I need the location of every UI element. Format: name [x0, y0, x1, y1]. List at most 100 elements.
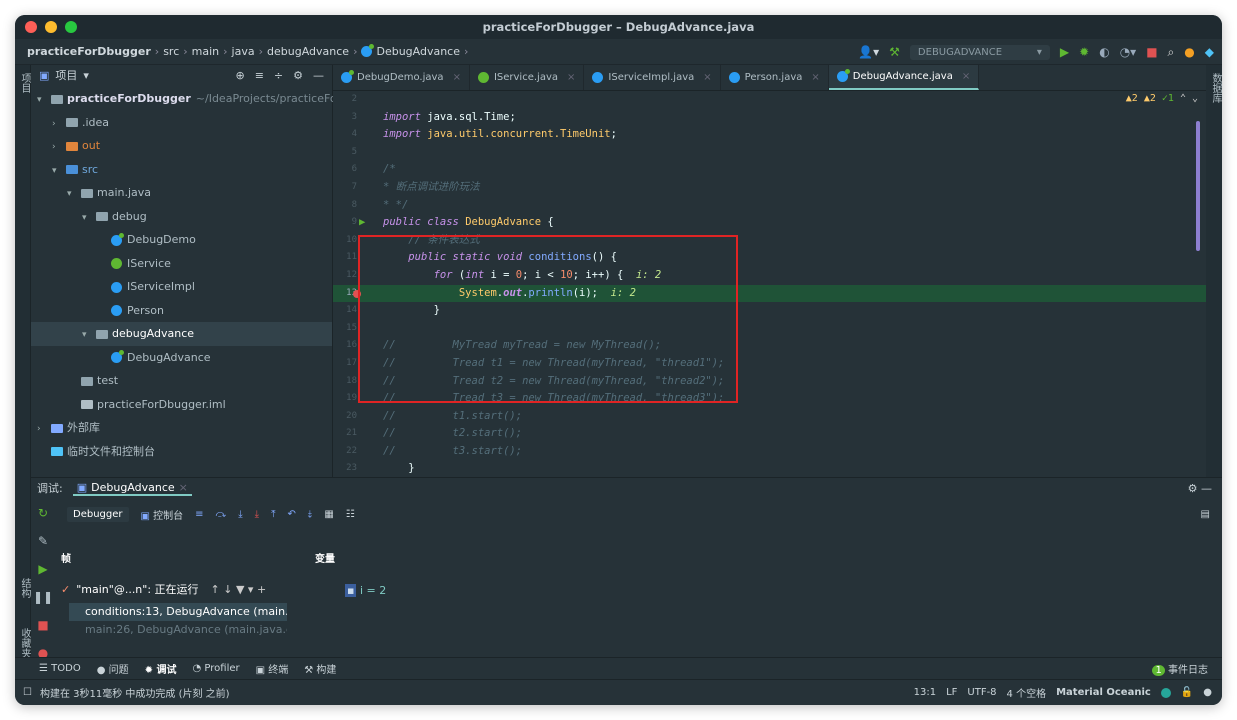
tree-item[interactable]: DebugDemo: [31, 228, 332, 252]
editor-tab[interactable]: IServiceImpl.java ×: [584, 65, 721, 90]
force-step-into-icon[interactable]: ⤓: [255, 509, 259, 520]
breadcrumb-main[interactable]: main: [192, 45, 219, 58]
step-out-icon[interactable]: ⤒: [271, 509, 275, 520]
help-icon[interactable]: ●: [1203, 687, 1212, 698]
collapse-all-icon[interactable]: ÷: [274, 69, 283, 82]
thread-selector[interactable]: ✓ "main"@...n": 正在运行 ↑ ↓ ▼ ▾ +: [61, 581, 311, 597]
database-tool-tab[interactable]: 数据库: [1208, 73, 1222, 103]
step-over-icon[interactable]: ⤼: [216, 509, 227, 520]
layout-icon[interactable]: ▤: [1201, 509, 1222, 520]
breakpoint-icon[interactable]: [353, 289, 361, 298]
breadcrumb-src[interactable]: src: [163, 45, 179, 58]
close-icon[interactable]: ×: [962, 71, 970, 82]
editor-tab[interactable]: DebugDemo.java ×: [333, 65, 470, 90]
editor-tab[interactable]: Person.java ×: [721, 65, 829, 90]
close-icon[interactable]: ×: [811, 72, 819, 83]
close-icon[interactable]: ×: [567, 72, 575, 83]
chevron-right-icon[interactable]: ›: [52, 113, 66, 137]
run-config-selector[interactable]: DEBUGADVANCE ▾: [909, 44, 1050, 60]
profile-icon[interactable]: ◔▾: [1120, 45, 1137, 59]
debugger-tab[interactable]: Debugger: [67, 506, 129, 522]
expand-all-icon[interactable]: ≡: [255, 69, 264, 82]
breadcrumb-debugadvance[interactable]: debugAdvance: [267, 45, 349, 58]
modify-run-config-icon[interactable]: ✎: [38, 534, 48, 548]
minimize-window-button[interactable]: [45, 21, 57, 33]
run-icon[interactable]: ▶: [1060, 45, 1069, 59]
tree-item[interactable]: ▾ main.java: [31, 181, 332, 205]
stack-frame-current[interactable]: conditions:13, DebugAdvance (main.java.: [69, 603, 287, 621]
line-separator[interactable]: LF: [946, 687, 957, 698]
chevron-down-icon[interactable]: ▾: [82, 207, 96, 231]
status-message[interactable]: 构建在 3秒11毫秒 中成功完成 (片刻 之前): [40, 685, 230, 700]
pause-icon[interactable]: ❚❚: [33, 590, 53, 604]
update-icon[interactable]: ●: [1184, 45, 1194, 59]
tree-item[interactable]: test: [31, 369, 332, 393]
debug-settings-icon[interactable]: ⚙ —: [1188, 482, 1222, 495]
tree-item[interactable]: ▾ debugAdvance: [31, 322, 332, 346]
tree-item[interactable]: › .idea: [31, 111, 332, 135]
trace-icon[interactable]: ☷: [346, 509, 355, 520]
stop-debug-icon[interactable]: ■: [37, 618, 48, 632]
project-panel-title[interactable]: 项目: [55, 67, 77, 83]
tree-item[interactable]: › out: [31, 134, 332, 158]
resume-icon[interactable]: ▶: [38, 562, 47, 576]
gear-icon[interactable]: ⚙: [293, 69, 303, 82]
chevron-down-icon[interactable]: ▾: [37, 89, 51, 113]
debug-bug-icon[interactable]: ✹: [1079, 45, 1089, 59]
problems-tool[interactable]: ● 问题: [97, 661, 129, 676]
lock-icon[interactable]: 🔓: [1181, 687, 1193, 698]
chevron-right-icon[interactable]: ›: [37, 418, 51, 442]
breadcrumb-java[interactable]: java: [232, 45, 255, 58]
status-toggle-icon[interactable]: ☐: [23, 687, 32, 698]
close-icon[interactable]: ×: [453, 72, 461, 83]
todo-tool[interactable]: ☰ TODO: [39, 663, 81, 674]
structure-tool-tab[interactable]: 结构: [17, 578, 32, 598]
stop-icon[interactable]: ■: [1146, 45, 1157, 59]
tree-item[interactable]: ▾ practiceForDbugger ~/IdeaProjects/practi…: [31, 87, 357, 113]
build-hammer-icon[interactable]: ⚒: [889, 45, 900, 59]
user-icon[interactable]: 👤▾: [858, 45, 879, 59]
project-tool-tab[interactable]: 项目: [17, 73, 32, 93]
chevron-down-icon[interactable]: ▾: [82, 324, 96, 348]
theme-name[interactable]: Material Oceanic: [1056, 687, 1151, 698]
chevron-right-icon[interactable]: ›: [52, 136, 66, 160]
zoom-window-button[interactable]: [65, 21, 77, 33]
tree-item[interactable]: Person: [31, 299, 332, 323]
stack-frame-main[interactable]: main:26, DebugAdvance (main.java.debu: [69, 621, 287, 639]
profiler-tool[interactable]: ◔ Profiler: [193, 663, 240, 674]
tree-item[interactable]: practiceForDbugger.iml: [31, 393, 332, 417]
file-encoding[interactable]: UTF-8: [967, 687, 996, 698]
search-icon[interactable]: ⌕: [1168, 45, 1175, 60]
breadcrumb-project[interactable]: practiceForDbugger: [27, 45, 151, 58]
tree-item[interactable]: IServiceImpl: [31, 275, 332, 299]
build-tool[interactable]: ⚒ 构建: [304, 661, 336, 676]
terminal-tool[interactable]: ▣ 终端: [256, 661, 289, 676]
chevron-down-icon[interactable]: ▾: [67, 183, 81, 207]
tree-item[interactable]: IService: [31, 252, 332, 276]
editor-tab[interactable]: IService.java ×: [470, 65, 585, 90]
hide-icon[interactable]: —: [313, 69, 324, 82]
drop-frame-icon[interactable]: ↶: [288, 509, 296, 520]
tree-item[interactable]: DebugAdvance: [31, 346, 332, 370]
debug-tool[interactable]: ✹ 调试: [145, 661, 177, 676]
rerun-icon[interactable]: ↻: [38, 506, 48, 520]
step-into-icon[interactable]: ⤓: [238, 509, 242, 520]
console-tab[interactable]: ▣ 控制台: [141, 507, 184, 522]
plugin-icon[interactable]: ◆: [1205, 45, 1214, 59]
tree-item[interactable]: 临时文件和控制台: [31, 440, 332, 464]
event-log-tool[interactable]: 1 事件日志: [1152, 661, 1222, 676]
coverage-icon[interactable]: ◐: [1099, 45, 1109, 59]
variable-row[interactable]: ▪ i = 2: [345, 584, 386, 597]
run-to-cursor-icon[interactable]: ⤈: [308, 509, 312, 520]
chevron-down-icon[interactable]: ▾: [52, 160, 66, 184]
tree-item[interactable]: ▾ src: [31, 158, 332, 182]
caret-position[interactable]: 13:1: [914, 687, 936, 698]
code-editor[interactable]: ▲2 ▲2 ✓1 ⌃ ⌄ 2 3 import java.sql.Time; 4i…: [333, 91, 1206, 477]
editor-tab[interactable]: DebugAdvance.java ×: [828, 65, 980, 90]
frames-menu-icon[interactable]: ≡: [195, 509, 203, 520]
tree-item[interactable]: › 外部库: [31, 416, 332, 440]
indent-setting[interactable]: 4 个空格: [1007, 685, 1047, 700]
evaluate-icon[interactable]: ▦: [324, 509, 333, 520]
close-icon[interactable]: ×: [703, 72, 711, 83]
close-window-button[interactable]: [25, 21, 37, 33]
